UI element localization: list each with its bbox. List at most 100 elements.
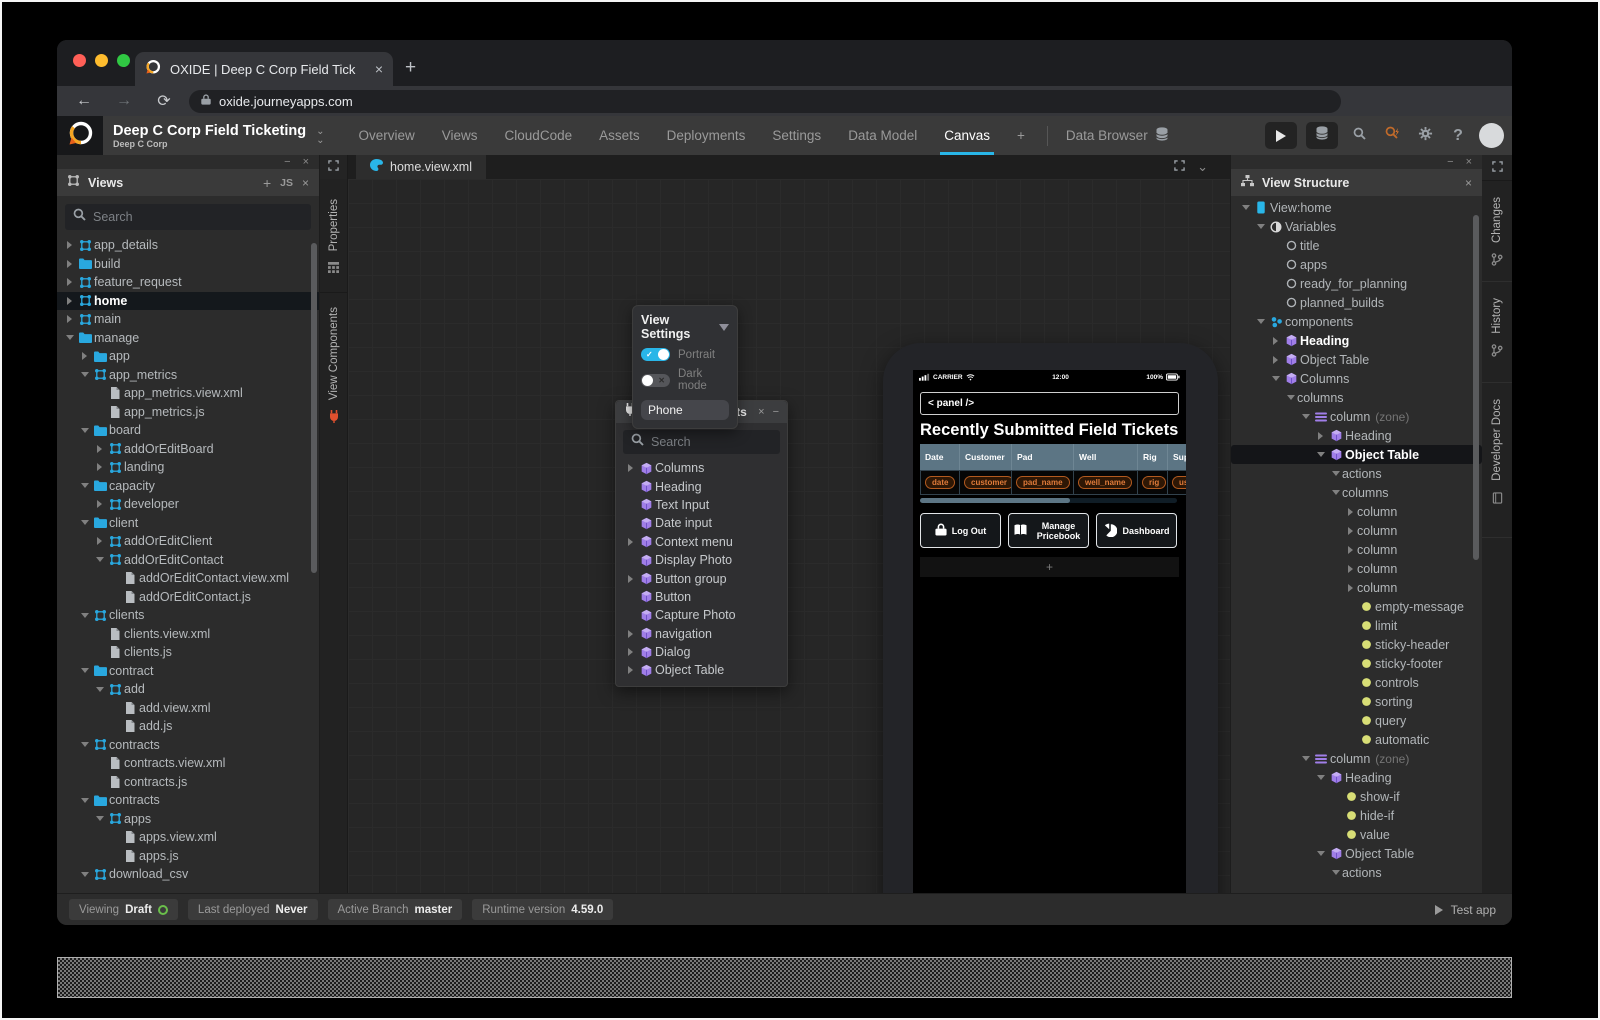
- caret-down-icon[interactable]: [1314, 775, 1327, 780]
- log-out-button[interactable]: Log Out: [920, 513, 1001, 548]
- tree-item-apps-view-xml[interactable]: apps.view.xml: [57, 828, 319, 847]
- caret-right-icon[interactable]: [624, 648, 637, 656]
- caret-right-icon[interactable]: [1269, 356, 1282, 364]
- caret-down-icon[interactable]: [78, 613, 91, 618]
- close-panel-icon[interactable]: ×: [1466, 156, 1472, 168]
- nav-item--[interactable]: +: [1017, 116, 1025, 155]
- tree-item-apps[interactable]: apps: [1231, 255, 1482, 274]
- tree-item-contracts[interactable]: contracts: [57, 736, 319, 755]
- component-item-dialog[interactable]: Dialog: [616, 643, 787, 661]
- tree-item-contracts-js[interactable]: contracts.js: [57, 773, 319, 792]
- caret-down-icon[interactable]: [1299, 756, 1312, 761]
- tree-item-value[interactable]: value: [1231, 825, 1482, 844]
- tree-item-add-view-xml[interactable]: add.view.xml: [57, 699, 319, 718]
- data-button[interactable]: [1306, 122, 1338, 149]
- caret-down-icon[interactable]: [93, 687, 106, 692]
- caret-right-icon[interactable]: [93, 500, 106, 508]
- caret-down-icon[interactable]: [1314, 851, 1327, 856]
- tree-item-client[interactable]: client: [57, 514, 319, 533]
- caret-down-icon[interactable]: [1329, 490, 1342, 495]
- canvas-menu-chevron[interactable]: ⌄: [1197, 159, 1208, 175]
- field-tag[interactable]: rig: [1142, 476, 1166, 489]
- tree-item-main[interactable]: main: [57, 310, 319, 329]
- project-chevron-icon[interactable]: ⌄⌄: [316, 127, 324, 145]
- component-item-object-table[interactable]: Object Table: [616, 661, 787, 679]
- tree-item-column[interactable]: column: [1231, 521, 1482, 540]
- caret-right-icon[interactable]: [63, 260, 76, 268]
- close-structure-icon[interactable]: ×: [1465, 176, 1472, 190]
- tree-item-ready-for-planning[interactable]: ready_for_planning: [1231, 274, 1482, 293]
- tree-item-clients[interactable]: clients: [57, 606, 319, 625]
- caret-down-icon[interactable]: [78, 668, 91, 673]
- caret-right-icon[interactable]: [78, 352, 91, 360]
- caret-right-icon[interactable]: [624, 464, 637, 472]
- url-field[interactable]: oxide.journeyapps.com: [189, 90, 1341, 113]
- close-components-icon[interactable]: ×: [758, 406, 764, 418]
- close-window-button[interactable]: [73, 54, 86, 67]
- caret-down-icon[interactable]: [78, 520, 91, 525]
- back-button[interactable]: ←: [71, 92, 97, 110]
- field-tag[interactable]: pad_name: [1016, 476, 1070, 489]
- manage-pricebook-button[interactable]: Manage Pricebook: [1008, 513, 1089, 548]
- component-item-capture-photo[interactable]: Capture Photo: [616, 606, 787, 624]
- tree-item-addoreditboard[interactable]: addOrEditBoard: [57, 440, 319, 459]
- tree-item-addoreditcontact[interactable]: addOrEditContact: [57, 551, 319, 570]
- tree-item-manage[interactable]: manage: [57, 329, 319, 348]
- tab-properties[interactable]: Properties: [320, 179, 347, 293]
- help-button[interactable]: ?: [1446, 127, 1470, 145]
- tree-item-clients-js[interactable]: clients.js: [57, 643, 319, 662]
- tree-item-limit[interactable]: limit: [1231, 616, 1482, 635]
- caret-right-icon[interactable]: [624, 538, 637, 546]
- tree-item-column[interactable]: column(zone): [1231, 407, 1482, 426]
- caret-down-icon[interactable]: [1254, 224, 1267, 229]
- caret-down-icon[interactable]: [78, 428, 91, 433]
- js-toggle-button[interactable]: JS: [280, 177, 293, 189]
- tree-item-column[interactable]: column: [1231, 578, 1482, 597]
- run-button[interactable]: [1265, 122, 1297, 149]
- phone-heading[interactable]: Recently Submitted Field Tickets: [920, 421, 1179, 440]
- caret-right-icon[interactable]: [624, 666, 637, 674]
- close-tab-icon[interactable]: ×: [375, 61, 383, 77]
- tree-item-column[interactable]: column: [1231, 502, 1482, 521]
- field-tag[interactable]: well_name: [1078, 476, 1132, 489]
- status-pill-runtime-version[interactable]: Runtime version4.59.0: [472, 899, 613, 920]
- add-view-button[interactable]: +: [263, 175, 271, 191]
- tree-item-variables[interactable]: Variables: [1231, 217, 1482, 236]
- caret-down-icon[interactable]: [78, 372, 91, 377]
- tree-item-heading[interactable]: Heading: [1231, 768, 1482, 787]
- tree-item-contracts[interactable]: contracts: [57, 791, 319, 810]
- new-tab-button[interactable]: +: [405, 58, 416, 77]
- field-tag[interactable]: date: [925, 476, 955, 489]
- tree-item-column[interactable]: column: [1231, 540, 1482, 559]
- tab-changes[interactable]: Changes: [1482, 181, 1512, 282]
- field-tag[interactable]: customer: [964, 476, 1012, 489]
- caret-down-icon[interactable]: [78, 742, 91, 747]
- close-panel-icon[interactable]: ×: [303, 156, 309, 168]
- tab-view-components[interactable]: View Components: [320, 293, 347, 441]
- caret-right-icon[interactable]: [624, 630, 637, 638]
- nav-item-assets[interactable]: Assets: [599, 116, 640, 155]
- tree-item-title[interactable]: title: [1231, 236, 1482, 255]
- tree-item-columns[interactable]: Columns: [1231, 369, 1482, 388]
- tree-item-home[interactable]: home: [57, 292, 319, 311]
- nav-item-data-browser[interactable]: Data Browser: [1066, 127, 1169, 144]
- tree-item-object-table[interactable]: Object Table: [1231, 844, 1482, 863]
- structure-scrollbar[interactable]: [1473, 215, 1479, 560]
- tree-item-app[interactable]: app: [57, 347, 319, 366]
- tree-item-sticky-footer[interactable]: sticky-footer: [1231, 654, 1482, 673]
- tab-history[interactable]: History: [1482, 282, 1512, 383]
- tree-item-query[interactable]: query: [1231, 711, 1482, 730]
- caret-down-icon[interactable]: [1254, 319, 1267, 324]
- minimize-panel-icon[interactable]: −: [284, 156, 290, 168]
- caret-right-icon[interactable]: [93, 463, 106, 471]
- caret-right-icon[interactable]: [93, 537, 106, 545]
- tree-item-app-metrics-view-xml[interactable]: app_metrics.view.xml: [57, 384, 319, 403]
- component-item-text-input[interactable]: Text Input: [616, 496, 787, 514]
- minimize-panel-icon[interactable]: −: [1447, 156, 1453, 168]
- tree-item-column[interactable]: column(zone): [1231, 749, 1482, 768]
- tree-item-developer[interactable]: developer: [57, 495, 319, 514]
- tree-item-apps-js[interactable]: apps.js: [57, 847, 319, 866]
- tree-item-object-table[interactable]: Object Table: [1231, 350, 1482, 369]
- component-item-button[interactable]: Button: [616, 588, 787, 606]
- tree-item-clients-view-xml[interactable]: clients.view.xml: [57, 625, 319, 644]
